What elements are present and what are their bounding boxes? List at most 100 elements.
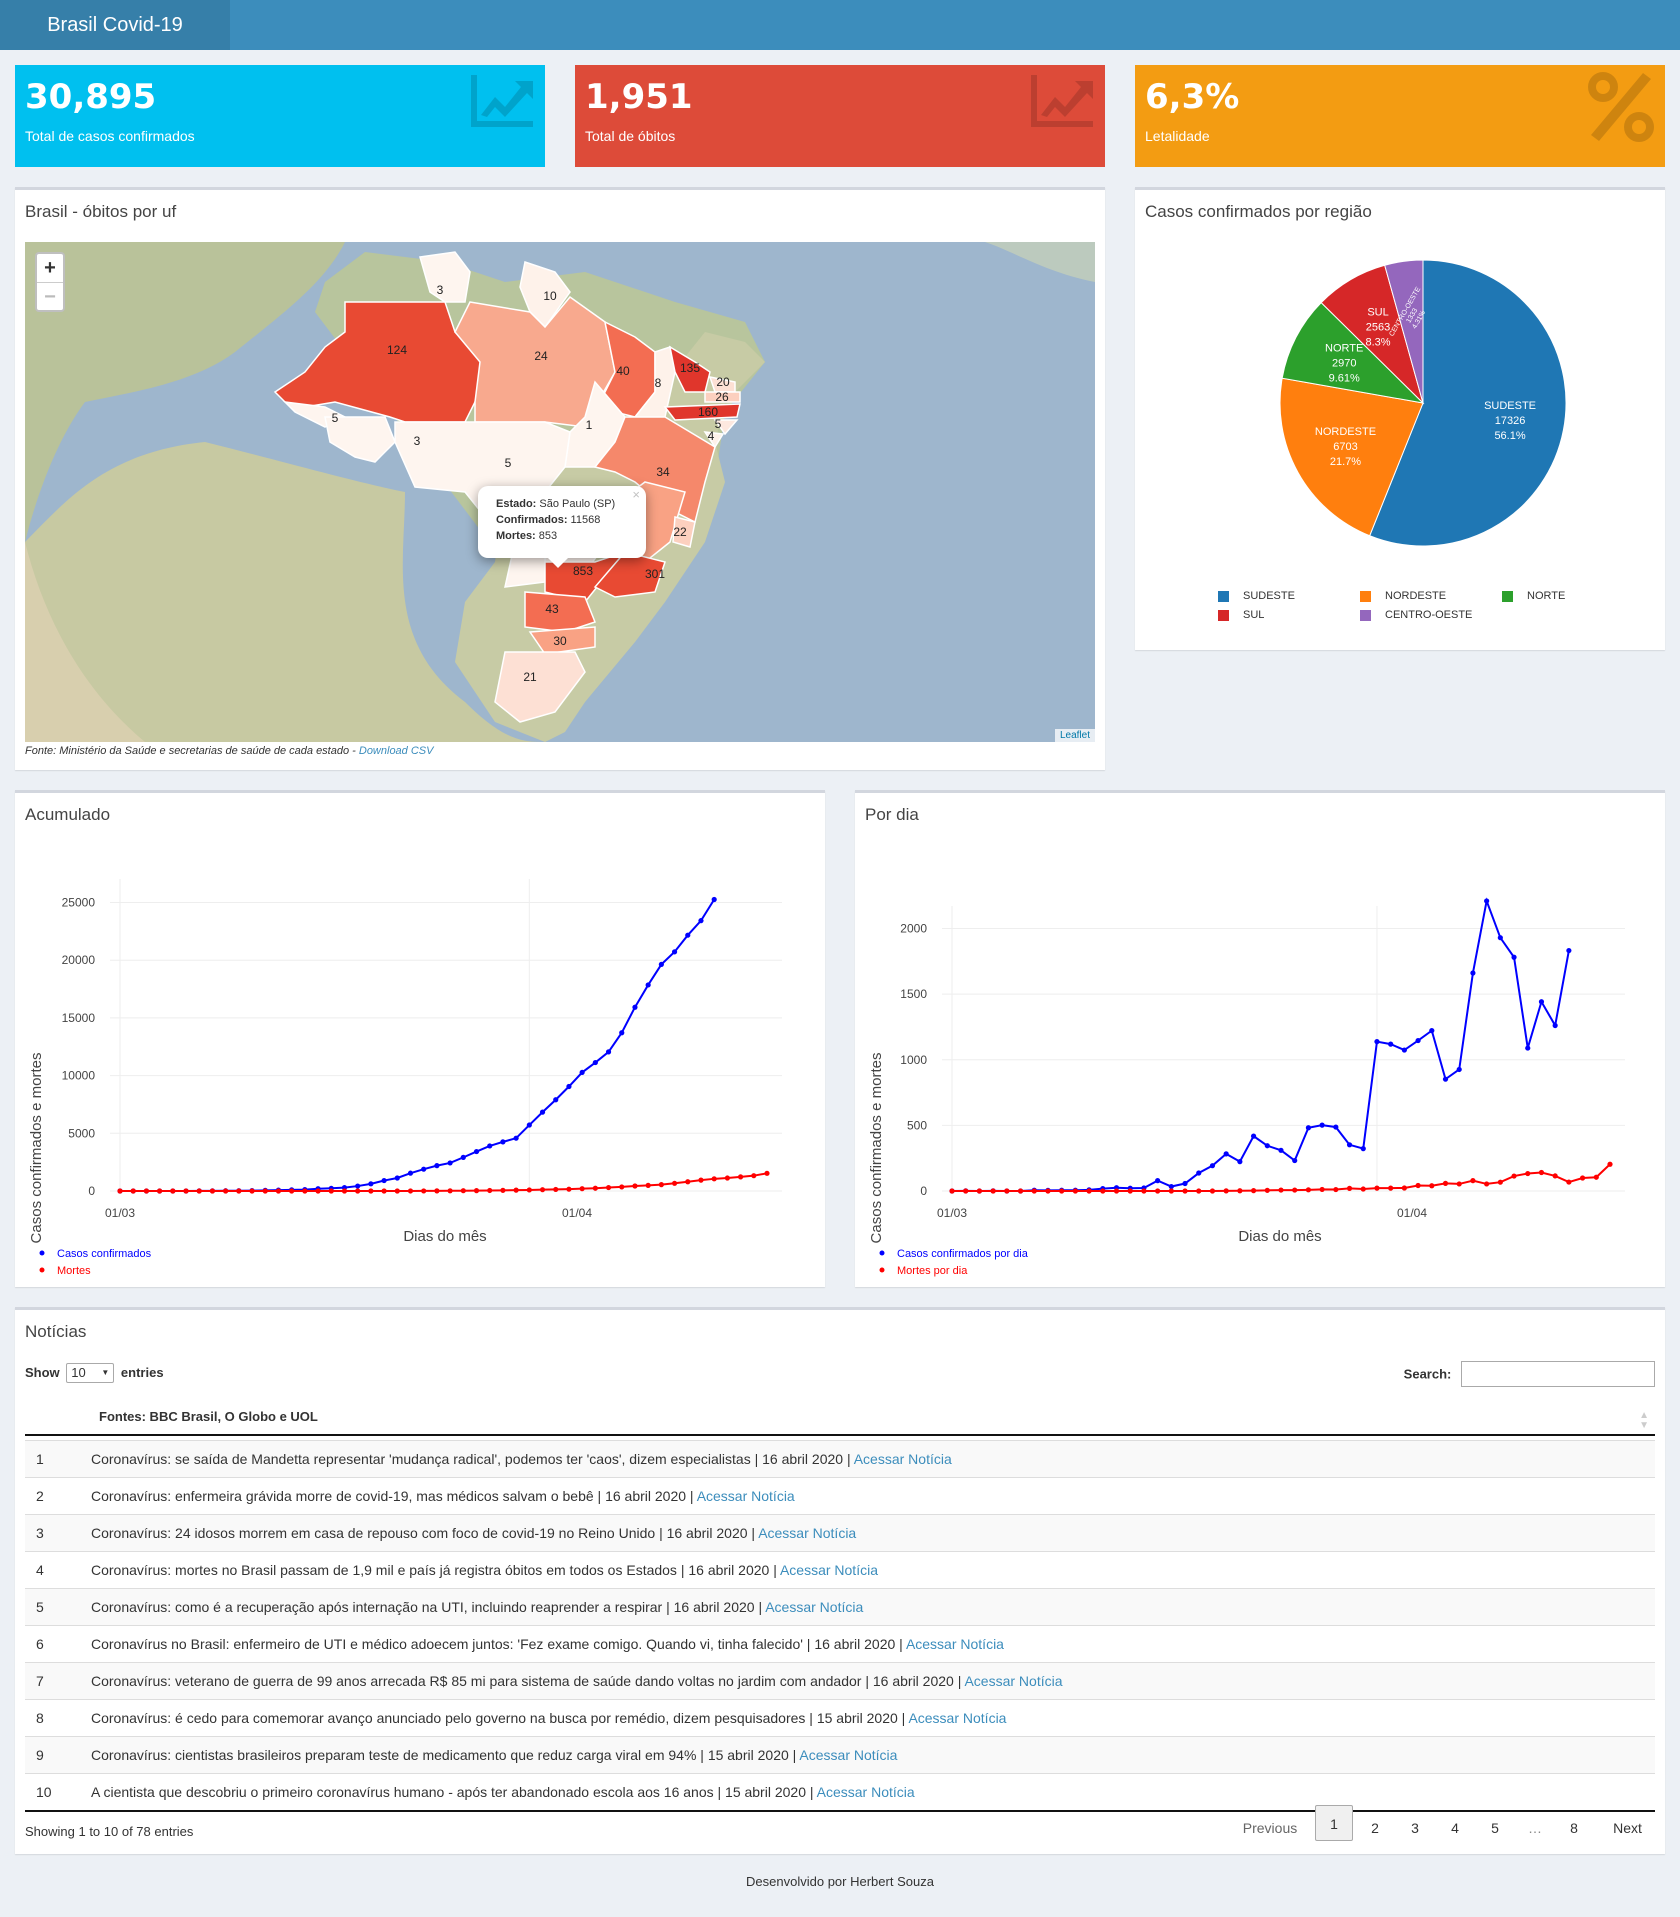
brazil-map[interactable]: 124 3 10 24 40 8 135 20 26 160 5 4 5 3 1… <box>25 242 1095 742</box>
data-point <box>1484 898 1490 904</box>
row-number: 4 <box>36 1562 44 1578</box>
data-point <box>1456 1181 1462 1187</box>
data-point <box>460 1188 466 1194</box>
state-label-am: 124 <box>387 343 407 357</box>
pagination-page[interactable]: 5 <box>1476 1810 1514 1846</box>
pagination-next[interactable]: Next <box>1600 1810 1655 1846</box>
pagination-page[interactable]: 8 <box>1555 1810 1593 1846</box>
news-link[interactable]: Acessar Notícia <box>817 1784 915 1800</box>
news-link[interactable]: Acessar Notícia <box>758 1525 856 1541</box>
data-point <box>1470 1178 1476 1184</box>
brand-logo[interactable]: Brasil Covid-19 <box>0 0 230 50</box>
y-tick-label: 20000 <box>62 953 96 967</box>
data-point <box>196 1188 202 1194</box>
pagination-page[interactable]: 3 <box>1396 1810 1434 1846</box>
data-point <box>341 1188 348 1194</box>
data-point <box>645 1182 651 1188</box>
data-point <box>1593 1174 1599 1180</box>
news-link[interactable]: Acessar Notícia <box>765 1599 863 1615</box>
x-axis-label: Dias do mês <box>1238 1228 1321 1245</box>
zoom-out-button[interactable]: − <box>37 282 63 310</box>
data-point <box>1511 1173 1517 1179</box>
data-point <box>1278 1187 1284 1193</box>
table-row: 8 Coronavírus: é cedo para comemorar avan… <box>25 1699 1655 1736</box>
data-point <box>1374 1039 1380 1045</box>
accumulated-panel: Acumulado Casos confirmados e mortes Dia… <box>15 790 825 1287</box>
data-point <box>963 1188 969 1194</box>
legend-label: CENTRO-OESTE <box>1385 609 1473 621</box>
data-point <box>487 1187 493 1194</box>
data-point <box>421 1188 427 1194</box>
pagination-page[interactable]: 1 <box>1315 1805 1353 1841</box>
search-input[interactable] <box>1461 1361 1655 1387</box>
legend-marker <box>879 1250 885 1256</box>
pagination-page[interactable]: 2 <box>1356 1810 1394 1846</box>
data-point <box>579 1069 585 1076</box>
data-point <box>685 932 691 938</box>
sort-icon[interactable]: ▲ ▼ <box>1639 1411 1649 1431</box>
legend-item-nordeste[interactable]: NORDESTE <box>1360 590 1446 602</box>
news-link[interactable]: Acessar Notícia <box>780 1562 878 1578</box>
entries-select[interactable]: 10 ▼ <box>66 1363 115 1383</box>
daily-panel: Por dia Casos confirmados e mortes Dias … <box>855 790 1665 1287</box>
news-link[interactable]: Acessar Notícia <box>964 1673 1062 1689</box>
y-tick-label: 0 <box>88 1184 95 1198</box>
data-point <box>539 1109 546 1115</box>
x-tick-label: 01/03 <box>937 1206 967 1220</box>
news-headline: Coronavírus no Brasil: enfermeiro de UTI… <box>91 1636 906 1652</box>
data-point <box>1086 1188 1092 1194</box>
news-link[interactable]: Acessar Notícia <box>799 1747 897 1763</box>
legend-item-norte[interactable]: NORTE <box>1502 590 1565 602</box>
state-label-sp: 853 <box>573 564 593 578</box>
state-label-al: 5 <box>715 417 722 431</box>
y-tick-label: 25000 <box>62 896 96 910</box>
popup-label-state: Estado: <box>496 498 537 510</box>
state-label-se: 4 <box>708 429 715 443</box>
data-point <box>526 1187 532 1193</box>
data-point <box>671 1180 678 1186</box>
data-point <box>434 1163 440 1169</box>
data-point <box>434 1188 440 1194</box>
data-point <box>262 1188 268 1194</box>
legend-item-sul[interactable]: SUL <box>1218 609 1264 621</box>
download-csv-link[interactable]: Download CSV <box>359 745 434 757</box>
data-point <box>1319 1122 1325 1128</box>
state-label-to: 1 <box>586 418 593 432</box>
news-link[interactable]: Acessar Notícia <box>908 1710 1006 1726</box>
data-point <box>1511 954 1517 960</box>
data-point <box>671 949 678 955</box>
zoom-in-button[interactable]: + <box>37 254 63 282</box>
legend-label: Mortes <box>57 1265 91 1277</box>
data-point <box>566 1083 572 1090</box>
x-tick-label: 01/04 <box>562 1206 592 1220</box>
news-link[interactable]: Acessar Notícia <box>906 1636 1004 1652</box>
leaflet-attribution[interactable]: Leaflet <box>1054 729 1095 742</box>
data-point <box>1155 1178 1161 1184</box>
legend-item-sudeste[interactable]: SUDESTE <box>1218 590 1295 602</box>
data-point <box>1141 1188 1147 1194</box>
table-header[interactable]: Fontes: BBC Brasil, O Globo e UOL ▲ ▼ <box>25 1398 1655 1436</box>
pagination-page[interactable]: 4 <box>1436 1810 1474 1846</box>
data-point <box>1017 1188 1024 1194</box>
data-point <box>1552 1173 1558 1179</box>
data-point <box>1113 1188 1120 1194</box>
data-point <box>447 1188 453 1194</box>
pagination-previous[interactable]: Previous <box>1230 1810 1310 1846</box>
news-headline: A cientista que descobriu o primeiro cor… <box>91 1784 817 1800</box>
data-point <box>711 1176 717 1182</box>
trend-chart-icon <box>471 75 533 127</box>
news-link[interactable]: Acessar Notícia <box>697 1488 795 1504</box>
state-label-pa: 24 <box>534 349 548 363</box>
data-point <box>605 1049 612 1055</box>
news-link[interactable]: Acessar Notícia <box>854 1451 952 1467</box>
data-point <box>751 1173 757 1179</box>
legend-item-centro-oeste[interactable]: CENTRO-OESTE <box>1360 609 1472 621</box>
popup-close-icon[interactable]: × <box>632 487 640 503</box>
panel-title: Notícias <box>25 1322 87 1341</box>
data-point <box>1168 1183 1174 1190</box>
state-label-rn: 20 <box>716 375 730 389</box>
data-point <box>1388 1041 1394 1047</box>
top-navbar: Brasil Covid-19 <box>0 0 1680 50</box>
data-point <box>1579 1175 1586 1181</box>
data-point <box>605 1184 612 1191</box>
